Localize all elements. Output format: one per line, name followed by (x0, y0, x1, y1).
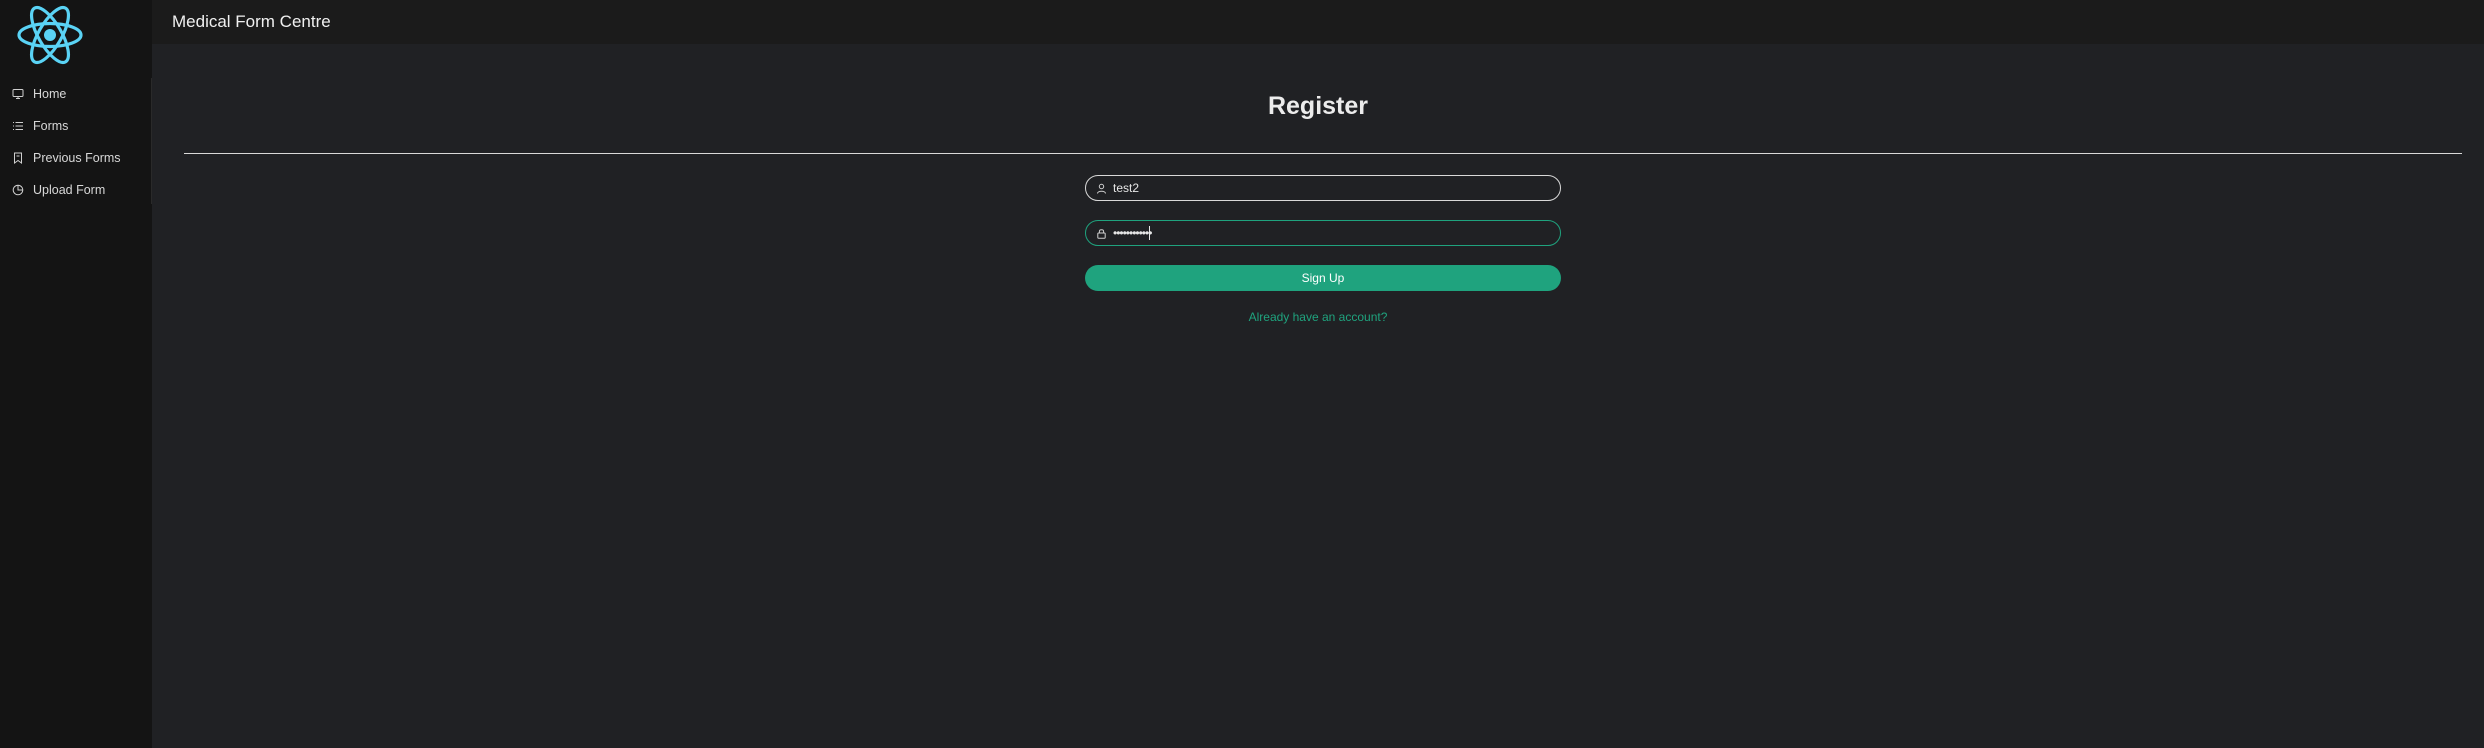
sidebar-item-label: Home (33, 87, 67, 101)
lock-icon (1096, 228, 1107, 239)
pie-chart-icon (12, 184, 24, 196)
bookmark-icon (12, 152, 24, 164)
username-field[interactable] (1085, 175, 1561, 201)
sidebar-item-label: Upload Form (33, 183, 106, 197)
sidebar-item-home[interactable]: Home (0, 78, 151, 110)
sidebar-item-label: Forms (33, 119, 69, 133)
password-field[interactable]: •••••••••••• (1085, 220, 1561, 246)
page-title: Register (1267, 92, 1369, 120)
user-icon (1096, 183, 1107, 194)
app-title: Medical Form Centre (172, 12, 331, 31)
text-cursor (1149, 226, 1151, 240)
react-atom-icon[interactable] (16, 2, 84, 68)
sidebar: Home Forms Previous Forms Upload Form (0, 0, 152, 748)
password-input[interactable]: •••••••••••• (1113, 226, 1152, 240)
sidebar-item-forms[interactable]: Forms (0, 110, 151, 142)
top-header: Medical Form Centre (152, 0, 2484, 44)
sidebar-item-upload-form[interactable]: Upload Form (0, 174, 151, 206)
sidebar-nav: Home Forms Previous Forms Upload Form (0, 78, 152, 204)
username-input[interactable] (1113, 181, 1543, 195)
login-link[interactable]: Already have an account? (152, 310, 2484, 324)
sidebar-item-label: Previous Forms (33, 151, 121, 165)
sidebar-item-previous-forms[interactable]: Previous Forms (0, 142, 151, 174)
sign-up-button[interactable]: Sign Up (1085, 265, 1561, 291)
monitor-icon (12, 88, 24, 100)
list-icon (12, 120, 24, 132)
divider (184, 153, 2462, 154)
main-content: Register •••••••••••• Sign Up Already ha… (152, 44, 2484, 748)
